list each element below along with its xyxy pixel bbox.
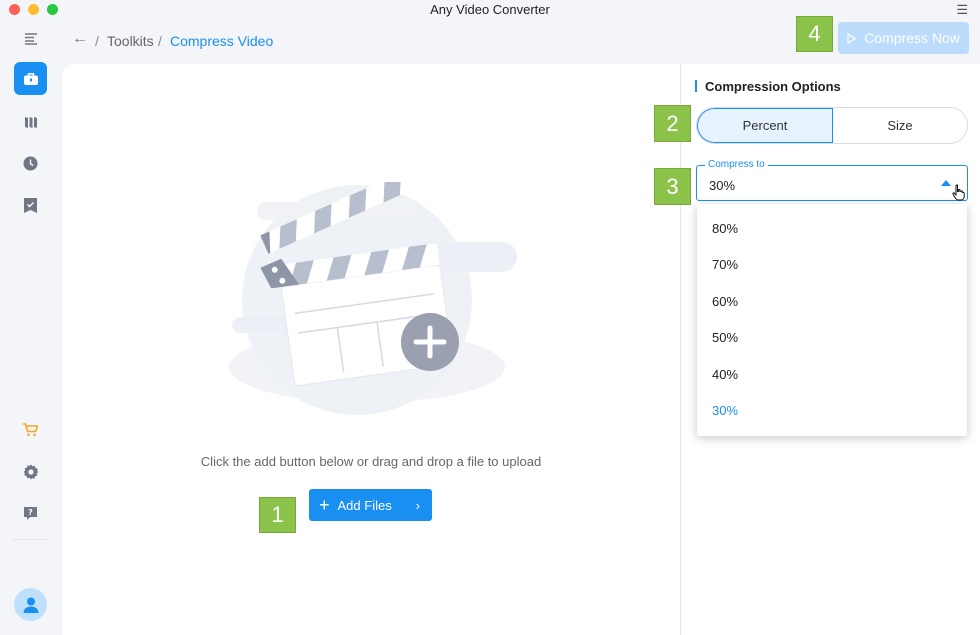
sidebar-item-store[interactable] xyxy=(14,413,47,446)
mode-percent-button[interactable]: Percent xyxy=(697,108,833,143)
options-title: Compression Options xyxy=(705,79,841,94)
dropdown-option-80[interactable]: 80% xyxy=(712,221,738,236)
caret-up-icon[interactable] xyxy=(941,180,951,186)
dropdown-option-50[interactable]: 50% xyxy=(712,330,738,345)
breadcrumb-toolkits[interactable]: Toolkits xyxy=(107,33,154,49)
mode-toggle: Percent Size xyxy=(696,107,968,144)
compression-options-panel: Compression Options Percent Size Compres… xyxy=(681,64,980,635)
dropdown-option-40[interactable]: 40% xyxy=(712,367,738,382)
cart-icon xyxy=(23,422,38,436)
section-accent-bar xyxy=(695,80,697,92)
drop-zone[interactable]: Click the add button below or drag and d… xyxy=(62,64,680,635)
library-icon xyxy=(24,116,37,128)
sidebar-item-tasks[interactable] xyxy=(14,189,47,222)
step-badge-3: 3 xyxy=(654,168,691,205)
sidebar-item-library[interactable] xyxy=(14,105,47,138)
sidebar-item-help[interactable]: ? xyxy=(14,497,47,530)
compress-to-dropdown: 80% 70% 60% 50% 40% 30% xyxy=(697,204,967,436)
breadcrumb-current: Compress Video xyxy=(170,33,274,49)
breadcrumb-separator: / xyxy=(95,33,99,49)
sidebar-menu-button[interactable] xyxy=(14,22,47,55)
compress-to-select[interactable]: Compress to 30% xyxy=(696,159,968,201)
svg-text:?: ? xyxy=(28,508,33,517)
title-bar: Any Video Converter ☰ xyxy=(0,0,980,18)
dropdown-option-30[interactable]: 30% xyxy=(712,403,738,418)
dropdown-option-70[interactable]: 70% xyxy=(712,257,738,272)
dropdown-option-60[interactable]: 60% xyxy=(712,294,738,309)
compress-to-value: 30% xyxy=(709,178,736,193)
sidebar: ? xyxy=(0,18,62,635)
help-icon: ? xyxy=(24,507,37,520)
upload-hint: Click the add button below or drag and d… xyxy=(200,454,542,469)
compress-now-button[interactable]: Compress Now xyxy=(838,22,969,54)
step-badge-1: 1 xyxy=(259,497,296,533)
gear-icon xyxy=(23,464,38,479)
chevron-right-icon: › xyxy=(415,497,420,513)
sidebar-divider xyxy=(12,539,48,540)
plus-icon: + xyxy=(319,495,330,515)
window-menu-icon[interactable]: ☰ xyxy=(956,2,968,18)
step-badge-2: 2 xyxy=(654,105,691,142)
user-icon xyxy=(23,597,38,613)
compress-to-label: Compress to xyxy=(705,159,768,170)
top-bar: ← / Toolkits / Compress Video Compress N… xyxy=(62,18,980,64)
hand-cursor-icon xyxy=(952,184,965,201)
history-icon xyxy=(23,156,38,171)
sidebar-item-toolkits[interactable] xyxy=(14,62,47,95)
step-badge-4: 4 xyxy=(796,16,833,52)
play-outline-icon xyxy=(847,32,857,44)
mode-size-button[interactable]: Size xyxy=(833,108,967,143)
compress-now-label: Compress Now xyxy=(864,30,960,46)
breadcrumb-separator: / xyxy=(158,33,162,49)
bookmark-check-icon xyxy=(24,198,37,213)
sidebar-item-settings[interactable] xyxy=(14,455,47,488)
menu-icon xyxy=(24,32,37,45)
window-title: Any Video Converter xyxy=(430,2,550,17)
clapperboard-illustration xyxy=(229,182,517,415)
user-avatar[interactable] xyxy=(14,588,47,621)
add-files-label: Add Files xyxy=(337,497,392,513)
sidebar-item-history[interactable] xyxy=(14,147,47,180)
back-arrow-icon[interactable]: ← xyxy=(72,30,88,48)
add-files-button[interactable]: + Add Files › xyxy=(309,489,432,521)
toolbox-icon xyxy=(23,72,38,85)
